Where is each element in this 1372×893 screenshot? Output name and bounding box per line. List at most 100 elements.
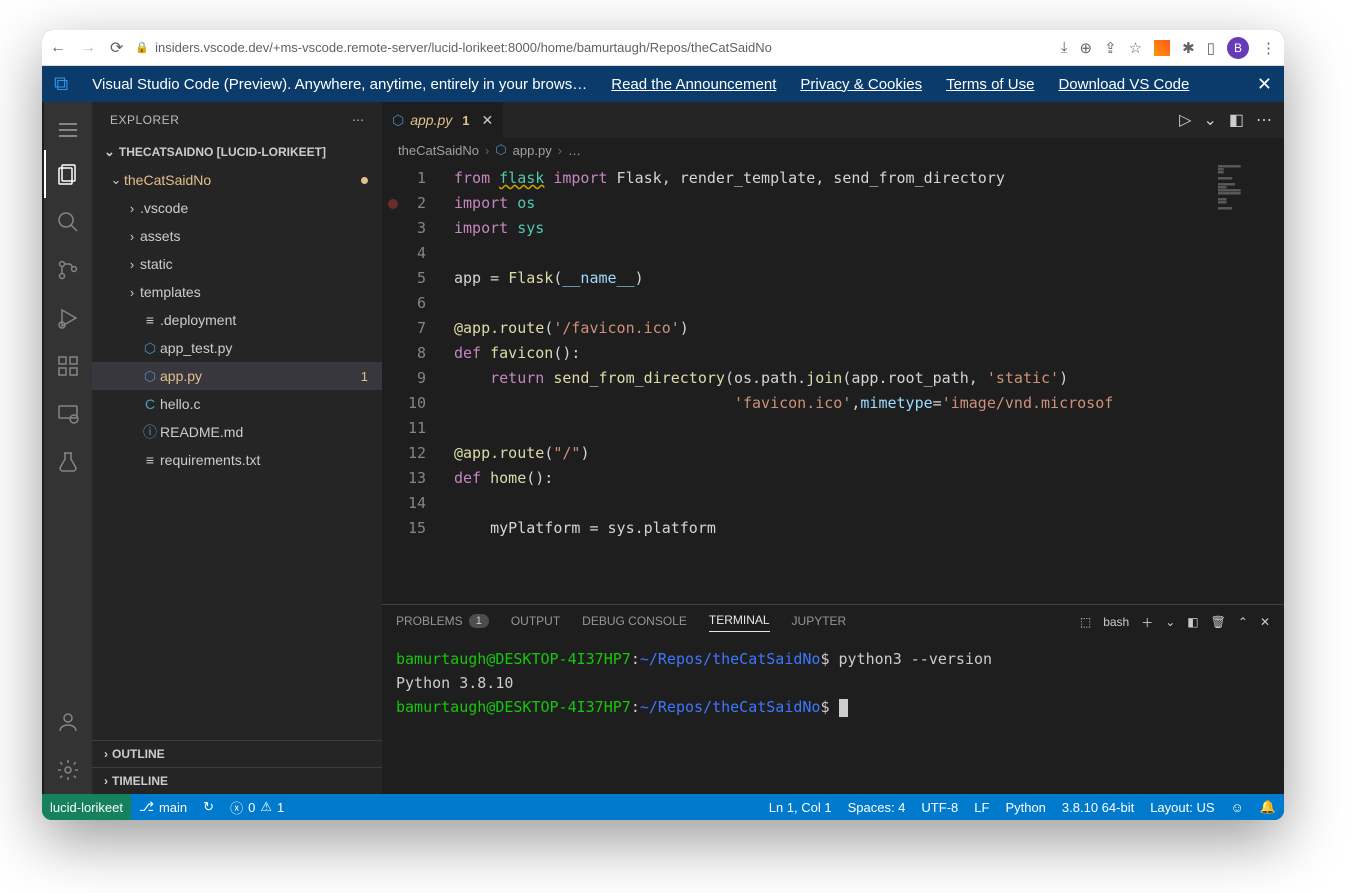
tree-item[interactable]: ›⬡app.py1: [92, 362, 382, 390]
branch-icon: ⎇: [139, 799, 154, 815]
python-interpreter[interactable]: 3.8.10 64-bit: [1054, 800, 1142, 815]
breadcrumb-file: app.py: [513, 143, 552, 158]
workspace-header[interactable]: ⌄ THECATSAIDNO [LUCID-LORIKEET]: [92, 138, 382, 166]
language-mode[interactable]: Python: [997, 800, 1053, 815]
extension-icon[interactable]: [1154, 40, 1170, 56]
chevron-icon: ⌄: [108, 172, 124, 188]
remote-indicator[interactable]: lucid-lorikeet: [42, 794, 131, 820]
new-terminal-icon[interactable]: ＋: [1141, 614, 1153, 631]
kill-terminal-icon[interactable]: 🗑: [1211, 615, 1226, 629]
close-panel-icon[interactable]: ✕: [1260, 615, 1270, 629]
address-bar[interactable]: 🔒 insiders.vscode.dev/+ms-vscode.remote-…: [135, 40, 1049, 55]
cursor-position[interactable]: Ln 1, Col 1: [761, 800, 840, 815]
terms-link[interactable]: Terms of Use: [946, 76, 1034, 93]
menu-icon[interactable]: ⋮: [1261, 39, 1276, 57]
timeline-label: TIMELINE: [112, 774, 168, 788]
app-window: ← → ⟳ 🔒 insiders.vscode.dev/+ms-vscode.r…: [42, 30, 1284, 820]
accounts-icon[interactable]: [44, 698, 92, 746]
encoding[interactable]: UTF-8: [913, 800, 966, 815]
terminal-dropdown-icon[interactable]: ⌄: [1165, 615, 1175, 629]
debug-console-tab[interactable]: DEBUG CONSOLE: [582, 614, 687, 630]
file-icon: ⓘ: [140, 422, 160, 442]
remote-explorer-icon[interactable]: [44, 390, 92, 438]
source-control-icon[interactable]: [44, 246, 92, 294]
notifications-icon[interactable]: 🔔: [1252, 799, 1284, 815]
activity-bar: [42, 102, 92, 794]
tree-item[interactable]: ›Chello.c: [92, 390, 382, 418]
jupyter-tab[interactable]: JUPYTER: [792, 614, 847, 630]
file-icon: ≡: [140, 452, 160, 468]
install-icon[interactable]: ⤓: [1061, 39, 1068, 56]
outline-section[interactable]: › OUTLINE: [92, 740, 382, 767]
breadcrumb-sep-icon: ›: [485, 143, 489, 158]
tree-item-label: app_test.py: [160, 340, 232, 356]
terminal-tab[interactable]: TERMINAL: [709, 613, 770, 632]
indentation[interactable]: Spaces: 4: [840, 800, 914, 815]
eol[interactable]: LF: [966, 800, 997, 815]
branch-name: main: [159, 800, 187, 815]
problems-tab[interactable]: PROBLEMS 1: [396, 614, 489, 630]
run-debug-icon[interactable]: [44, 294, 92, 342]
zoom-icon[interactable]: ⊕: [1080, 39, 1093, 57]
sidepanel-icon[interactable]: ▯: [1207, 39, 1215, 57]
split-editor-icon[interactable]: ◧: [1229, 110, 1244, 130]
forward-icon[interactable]: →: [80, 39, 96, 57]
problems-indicator[interactable]: ⓧ 0 ⚠ 1: [222, 798, 292, 817]
close-announcement-icon[interactable]: ✕: [1257, 74, 1272, 95]
sync-icon: ↻: [203, 799, 214, 815]
chevron-icon: ›: [124, 257, 140, 272]
warning-count: 1: [277, 800, 284, 815]
share-icon[interactable]: ⇪: [1104, 39, 1117, 57]
keyboard-layout[interactable]: Layout: US: [1142, 800, 1222, 815]
profile-avatar[interactable]: B: [1227, 37, 1249, 59]
app-menu-button[interactable]: [44, 110, 92, 150]
settings-icon[interactable]: [44, 746, 92, 794]
editor-more-icon[interactable]: ⋯: [1256, 110, 1272, 130]
shell-name[interactable]: bash: [1103, 615, 1129, 629]
sync-button[interactable]: ↻: [195, 799, 222, 815]
outline-label: OUTLINE: [112, 747, 165, 761]
tree-item-label: theCatSaidNo: [124, 172, 211, 188]
explorer-icon[interactable]: [44, 150, 92, 198]
split-terminal-icon[interactable]: ◧: [1187, 615, 1198, 629]
privacy-link[interactable]: Privacy & Cookies: [800, 76, 922, 93]
feedback-icon[interactable]: ☺: [1223, 800, 1252, 815]
run-dropdown-icon[interactable]: ⌄: [1203, 110, 1216, 130]
extensions-icon[interactable]: ✱: [1182, 39, 1195, 57]
reload-icon[interactable]: ⟳: [110, 38, 123, 58]
code-content[interactable]: from flask import Flask, render_template…: [442, 162, 1284, 604]
tree-item[interactable]: ›ⓘREADME.md: [92, 418, 382, 446]
tree-item[interactable]: ›static: [92, 250, 382, 278]
breadcrumb[interactable]: theCatSaidNo › ⬡ app.py › …: [382, 138, 1284, 162]
breadcrumb-tail: …: [568, 143, 581, 158]
announcement-text: Visual Studio Code (Preview). Anywhere, …: [92, 76, 587, 93]
branch-indicator[interactable]: ⎇ main: [131, 799, 195, 815]
breakpoint-icon[interactable]: [388, 199, 398, 209]
timeline-section[interactable]: › TIMELINE: [92, 767, 382, 794]
warning-icon: ⚠: [260, 799, 272, 815]
tree-item[interactable]: ›.vscode: [92, 194, 382, 222]
tree-item[interactable]: ⌄theCatSaidNo: [92, 166, 382, 194]
star-icon[interactable]: ☆: [1129, 39, 1142, 57]
extensions-view-icon[interactable]: [44, 342, 92, 390]
run-icon[interactable]: ▷: [1179, 110, 1191, 130]
tree-item[interactable]: ›assets: [92, 222, 382, 250]
line-gutter: 123456789101112131415: [382, 162, 442, 604]
code-editor[interactable]: 123456789101112131415 from flask import …: [382, 162, 1284, 604]
tab-modified-count: 1: [462, 113, 469, 128]
tree-item[interactable]: ›templates: [92, 278, 382, 306]
editor-tab[interactable]: ⬡ app.py 1 ✕: [382, 102, 504, 138]
maximize-panel-icon[interactable]: ⌃: [1238, 615, 1248, 629]
search-icon[interactable]: [44, 198, 92, 246]
terminal-output[interactable]: bamurtaugh@DESKTOP-4I37HP7:~/Repos/theCa…: [382, 639, 1284, 794]
tree-item[interactable]: ›≡.deployment: [92, 306, 382, 334]
sidebar-more-icon[interactable]: ⋯: [352, 113, 366, 127]
output-tab[interactable]: OUTPUT: [511, 614, 560, 630]
read-announcement-link[interactable]: Read the Announcement: [611, 76, 776, 93]
back-icon[interactable]: ←: [50, 39, 66, 57]
download-link[interactable]: Download VS Code: [1058, 76, 1189, 93]
tree-item[interactable]: ›≡requirements.txt: [92, 446, 382, 474]
tree-item[interactable]: ›⬡app_test.py: [92, 334, 382, 362]
close-tab-icon[interactable]: ✕: [482, 112, 494, 129]
testing-icon[interactable]: [44, 438, 92, 486]
